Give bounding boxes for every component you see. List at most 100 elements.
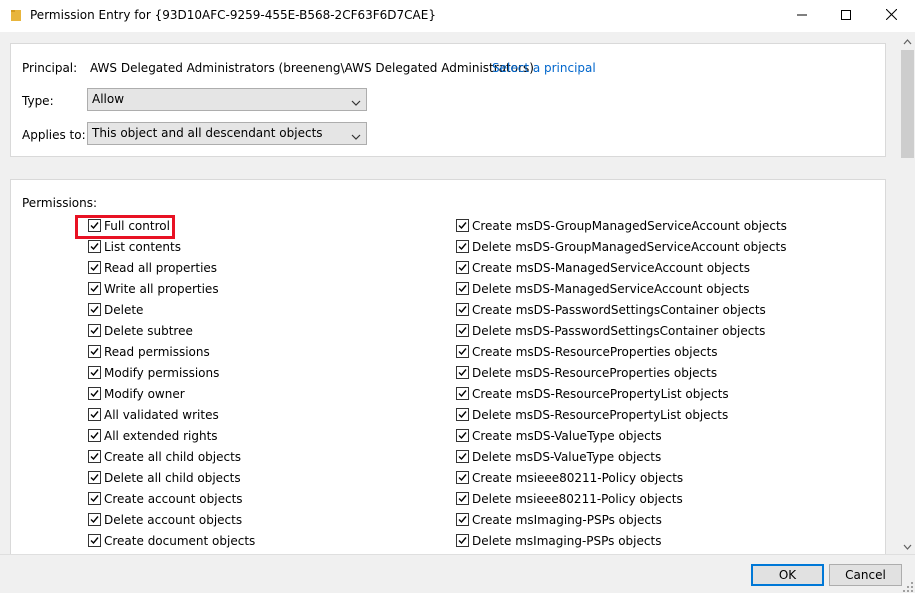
permission-checkbox[interactable] [456,513,469,526]
permission-row[interactable]: Delete [88,301,143,318]
permission-row[interactable]: Read permissions [88,343,210,360]
permission-row[interactable]: Write all properties [88,280,219,297]
permission-row[interactable]: Full control [88,217,170,234]
permission-checkbox[interactable] [456,408,469,421]
permission-row[interactable]: Delete msDS-ValueType objects [456,448,661,465]
close-button[interactable] [869,0,913,32]
permission-row[interactable]: Delete account objects [88,511,242,528]
permission-row[interactable]: Delete msDS-PasswordSettingsContainer ob… [456,322,765,339]
permission-checkbox[interactable] [456,345,469,358]
permission-checkbox[interactable] [456,282,469,295]
permission-label: List contents [104,239,181,254]
permission-row[interactable]: Delete msImaging-PSPs objects [456,532,661,549]
ok-button[interactable]: OK [751,564,824,586]
permission-label: Delete msDS-PasswordSettingsContainer ob… [472,323,766,338]
permission-checkbox[interactable] [88,492,101,505]
permission-label: Read permissions [104,344,210,359]
permission-checkbox[interactable] [456,240,469,253]
applies-to-select[interactable]: This object and all descendant objects [87,122,367,145]
permission-checkbox[interactable] [88,429,101,442]
title-bar: Permission Entry for {93D10AFC-9259-455E… [0,0,915,32]
permission-checkbox[interactable] [88,450,101,463]
permission-row[interactable]: Delete msDS-ResourceProperties objects [456,364,717,381]
permission-row[interactable]: Delete subtree [88,322,193,339]
permission-label: Delete msieee80211-Policy objects [472,491,683,506]
scroll-down-button[interactable] [899,537,915,554]
permission-label: Create msDS-ResourcePropertyList objects [472,386,729,401]
permission-row[interactable]: Create account objects [88,490,243,507]
permission-row[interactable]: Create msDS-PasswordSettingsContainer ob… [456,301,766,318]
permission-row[interactable]: Modify owner [88,385,185,402]
type-label: Type: [22,94,54,108]
permission-checkbox[interactable] [456,324,469,337]
permission-checkbox[interactable] [456,450,469,463]
permission-row[interactable]: All validated writes [88,406,219,423]
permission-label: Create msDS-PasswordSettingsContainer ob… [472,302,766,317]
cancel-button[interactable]: Cancel [829,564,902,586]
permission-row[interactable]: Create all child objects [88,448,241,465]
chevron-up-icon [903,34,912,48]
permission-label: All extended rights [104,428,218,443]
permission-row[interactable]: Create msDS-ResourcePropertyList objects [456,385,729,402]
permission-checkbox[interactable] [88,366,101,379]
maximize-button[interactable] [824,0,868,32]
permission-row[interactable]: Delete all child objects [88,469,241,486]
scroll-up-button[interactable] [899,32,915,49]
permission-checkbox[interactable] [88,282,101,295]
permission-checkbox[interactable] [88,345,101,358]
permission-checkbox[interactable] [456,471,469,484]
minimize-button[interactable] [780,0,824,32]
permission-row[interactable]: Create msImaging-PSPs objects [456,511,662,528]
permission-checkbox[interactable] [456,387,469,400]
permission-checkbox[interactable] [88,408,101,421]
permission-label: Create msDS-ResourceProperties objects [472,344,718,359]
permission-checkbox[interactable] [88,387,101,400]
permission-row[interactable]: Delete msDS-ManagedServiceAccount object… [456,280,750,297]
select-principal-link[interactable]: Select a principal [492,61,596,75]
permission-checkbox[interactable] [88,471,101,484]
permission-checkbox[interactable] [88,261,101,274]
permission-checkbox[interactable] [456,303,469,316]
permission-row[interactable]: Create document objects [88,532,255,549]
permission-label: Delete subtree [104,323,193,338]
permission-checkbox[interactable] [88,219,101,232]
permission-label: Modify owner [104,386,185,401]
permission-row[interactable]: Modify permissions [88,364,219,381]
permission-row[interactable]: List contents [88,238,181,255]
permission-row[interactable]: All extended rights [88,427,218,444]
minimize-icon [797,9,807,23]
window-title: Permission Entry for {93D10AFC-9259-455E… [30,8,436,22]
permission-row[interactable]: Delete msDS-GroupManagedServiceAccount o… [456,238,786,255]
permission-checkbox[interactable] [456,429,469,442]
close-icon [885,8,897,23]
chevron-down-icon [351,96,361,106]
permission-row[interactable]: Delete msieee80211-Policy objects [456,490,683,507]
permission-checkbox[interactable] [88,513,101,526]
applies-to-label: Applies to: [22,128,86,142]
scroll-thumb[interactable] [901,50,914,158]
permission-checkbox[interactable] [88,303,101,316]
permission-row[interactable]: Read all properties [88,259,217,276]
permission-row[interactable]: Create msDS-ResourceProperties objects [456,343,718,360]
permission-checkbox[interactable] [456,219,469,232]
permission-checkbox[interactable] [456,366,469,379]
permission-checkbox[interactable] [88,534,101,547]
permission-checkbox[interactable] [88,324,101,337]
permission-checkbox[interactable] [456,534,469,547]
permission-row[interactable]: Create msDS-GroupManagedServiceAccount o… [456,217,787,234]
permission-label: Create msDS-GroupManagedServiceAccount o… [472,218,787,233]
vertical-scrollbar[interactable] [898,32,915,554]
permission-label: Full control [104,218,170,233]
permission-row[interactable]: Create msDS-ManagedServiceAccount object… [456,259,750,276]
resize-grip-icon[interactable] [903,581,913,592]
permission-checkbox[interactable] [456,492,469,505]
permission-row[interactable]: Create msDS-ValueType objects [456,427,662,444]
type-select[interactable]: Allow [87,88,367,111]
permission-label: Read all properties [104,260,218,275]
permission-row[interactable]: Delete msDS-ResourcePropertyList objects [456,406,728,423]
permission-row[interactable]: Create msieee80211-Policy objects [456,469,683,486]
permission-label: Create document objects [104,533,256,548]
permission-checkbox[interactable] [88,240,101,253]
permission-checkbox[interactable] [456,261,469,274]
permission-label: Create msDS-ValueType objects [472,428,662,443]
